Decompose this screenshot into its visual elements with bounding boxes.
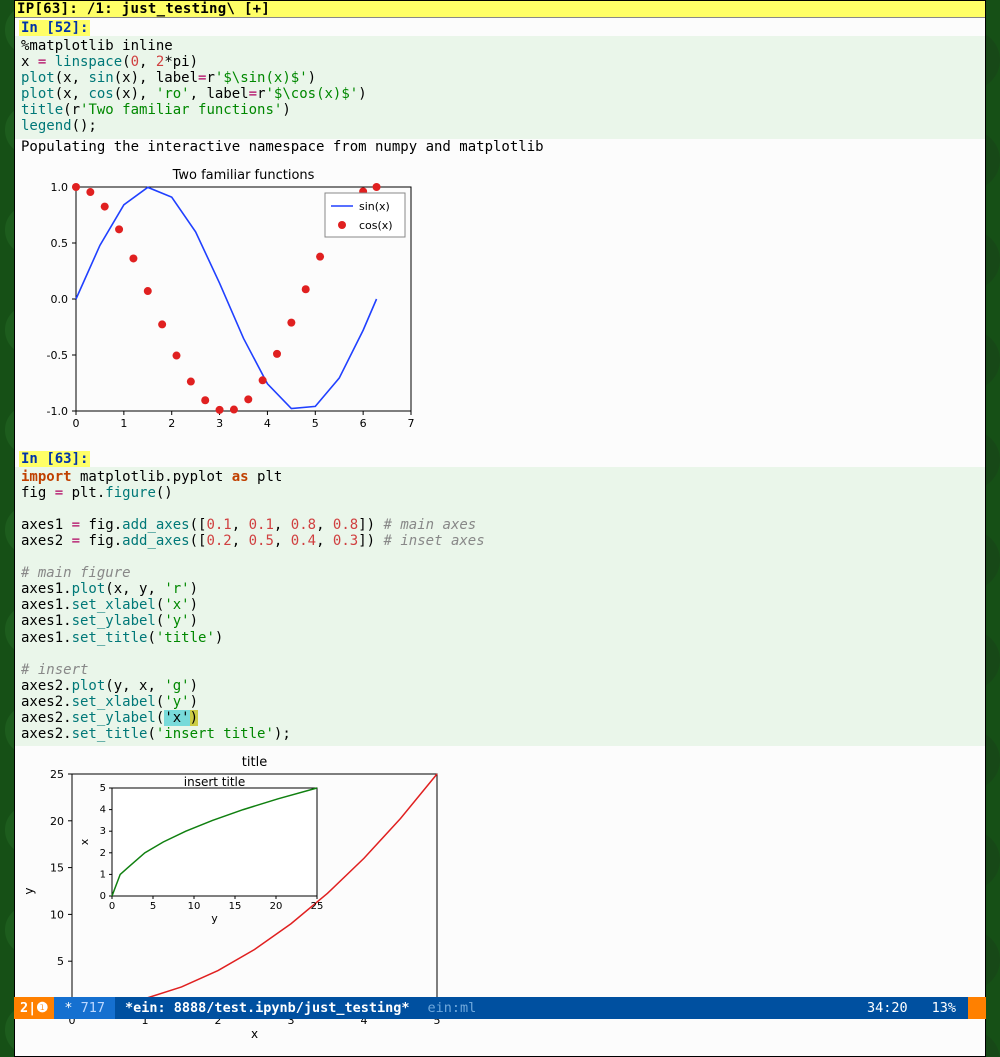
emacs-mode-line[interactable]: 2|❶ * 717 *ein: 8888/test.ipynb/just_tes… — [14, 997, 986, 1019]
svg-text:6: 6 — [360, 417, 367, 430]
modeline-left-badge[interactable]: 2|❶ — [14, 997, 54, 1019]
cell-prompt-63[interactable]: In [63]: — [19, 451, 90, 467]
svg-text:title: title — [242, 755, 267, 770]
cell-prompt-52[interactable]: In [52]: — [19, 20, 90, 36]
cell-63: In [63]: import matplotlib.pyplot as plt… — [15, 449, 985, 1057]
modeline-modified-flag[interactable]: * 717 — [54, 997, 115, 1019]
svg-text:5: 5 — [312, 417, 319, 430]
svg-text:10: 10 — [50, 909, 64, 922]
svg-text:x: x — [251, 1027, 258, 1041]
modeline-percent: 13% — [920, 1000, 968, 1016]
editor-window: IP[63]: /1: just_testing\ [+] In [52]: %… — [14, 0, 986, 1057]
svg-text:3: 3 — [100, 826, 106, 837]
svg-text:15: 15 — [229, 901, 242, 912]
cell-52: In [52]: %matplotlib inline x = linspace… — [15, 18, 985, 449]
svg-text:25: 25 — [311, 901, 324, 912]
svg-text:5: 5 — [150, 901, 156, 912]
svg-text:0: 0 — [73, 417, 80, 430]
svg-text:4: 4 — [100, 805, 106, 816]
svg-text:7: 7 — [408, 417, 415, 430]
svg-text:2: 2 — [168, 417, 175, 430]
svg-text:1.0: 1.0 — [51, 181, 69, 194]
svg-text:-1.0: -1.0 — [47, 405, 68, 418]
svg-text:3: 3 — [216, 417, 223, 430]
cell-52-code[interactable]: %matplotlib inline x = linspace(0, 2*pi)… — [15, 36, 985, 139]
modeline-position: 34:20 — [855, 1000, 920, 1016]
svg-text:15: 15 — [50, 862, 64, 875]
svg-text:2: 2 — [100, 848, 106, 859]
svg-text:10: 10 — [188, 901, 201, 912]
cell-63-code[interactable]: import matplotlib.pyplot as plt fig = pl… — [15, 467, 985, 747]
svg-text:y: y — [22, 888, 36, 895]
svg-text:y: y — [211, 912, 218, 925]
cell-52-stdout: Populating the interactive namespace fro… — [15, 139, 985, 159]
svg-text:Two familiar functions: Two familiar functions — [172, 168, 315, 183]
svg-text:cos(x): cos(x) — [359, 219, 393, 232]
chart-two-familiar-functions: Two familiar functions 0 1 2 3 4 5 6 7 -1.0 -0.5 0.… — [21, 165, 421, 435]
modeline-major-mode: ein:ml — [428, 1000, 477, 1016]
svg-text:0: 0 — [100, 891, 106, 902]
svg-text:1: 1 — [120, 417, 127, 430]
modeline-end-cap — [968, 997, 986, 1019]
svg-text:25: 25 — [50, 768, 64, 781]
svg-text:0.5: 0.5 — [51, 237, 69, 250]
svg-text:-0.5: -0.5 — [47, 349, 68, 362]
svg-text:0.0: 0.0 — [51, 293, 69, 306]
modeline-buffer-name[interactable]: *ein: 8888/test.ipynb/just_testing* ein:… — [115, 997, 855, 1019]
svg-text:5: 5 — [57, 955, 64, 968]
svg-text:1: 1 — [100, 870, 106, 881]
svg-text:20: 20 — [50, 815, 64, 828]
svg-text:20: 20 — [270, 901, 283, 912]
svg-text:0: 0 — [109, 901, 115, 912]
window-title-bar[interactable]: IP[63]: /1: just_testing\ [+] — [15, 1, 985, 18]
svg-text:4: 4 — [264, 417, 271, 430]
svg-text:sin(x): sin(x) — [359, 200, 390, 213]
cell-52-plot: Two familiar functions 0 1 2 3 4 5 6 7 -1.0 -0.5 0.… — [15, 159, 985, 449]
svg-text:x: x — [78, 838, 91, 845]
svg-text:insert title: insert title — [184, 775, 246, 789]
svg-text:5: 5 — [100, 783, 106, 794]
